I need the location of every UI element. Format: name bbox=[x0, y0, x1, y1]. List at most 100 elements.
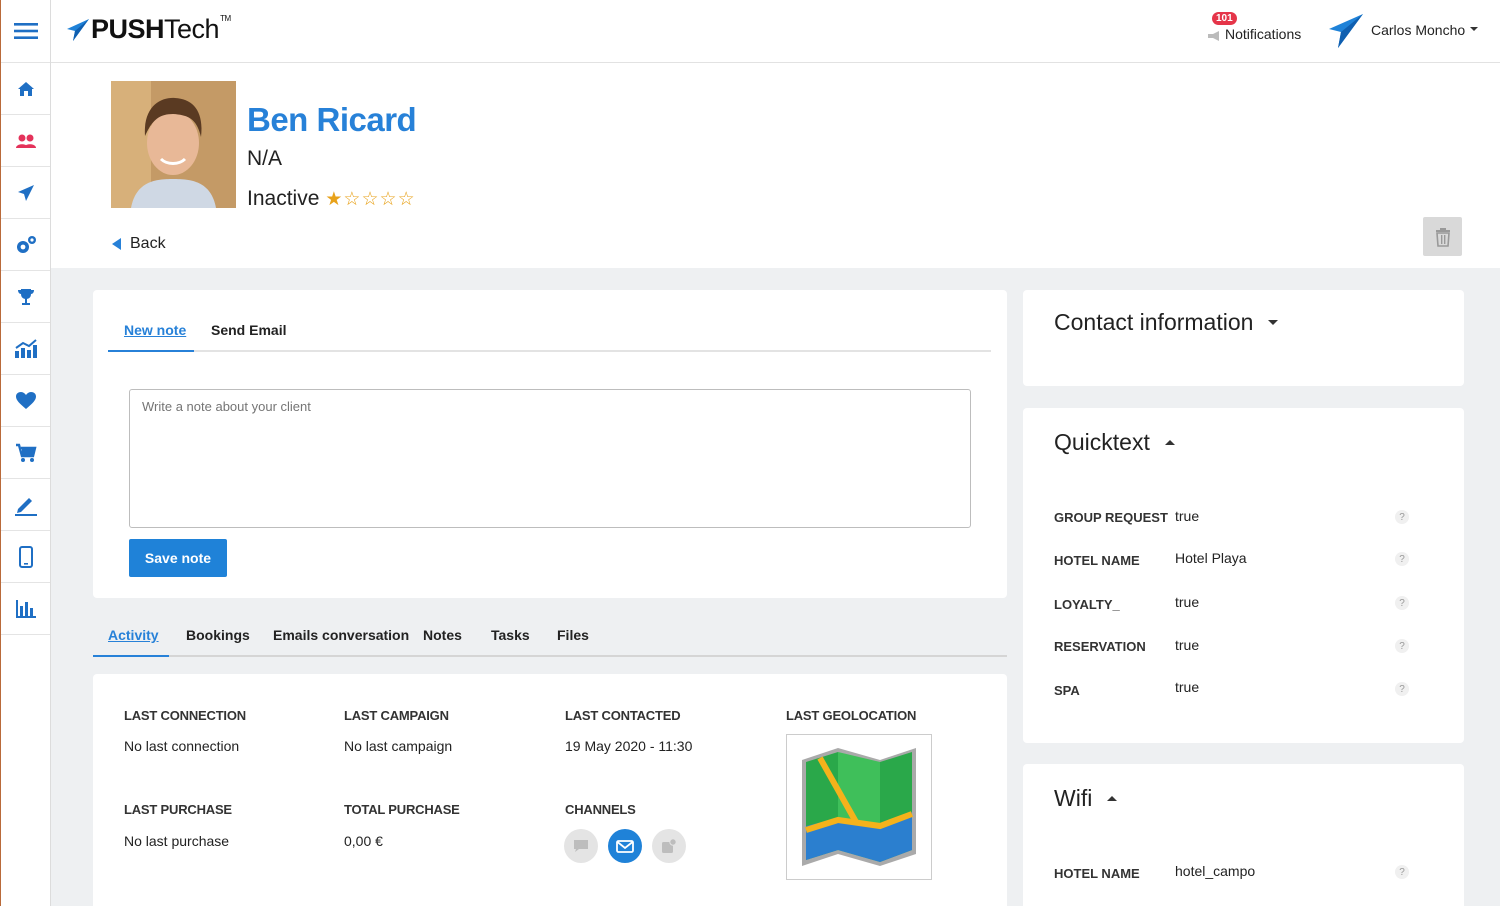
sidebar-item-reports[interactable] bbox=[1, 583, 50, 635]
quicktext-row-value: true bbox=[1175, 679, 1200, 695]
sidebar-item-shop[interactable] bbox=[1, 427, 50, 479]
wifi-card: Wifi HOTEL NAME hotel_campo ? bbox=[1023, 764, 1464, 906]
menu-icon bbox=[13, 23, 38, 39]
last-purchase-label: LAST PURCHASE bbox=[124, 802, 232, 817]
heart-icon bbox=[15, 392, 36, 409]
note-tabs: New note Send Email bbox=[108, 320, 991, 352]
help-icon[interactable]: ? bbox=[1395, 639, 1409, 653]
user-name: Carlos Moncho bbox=[1371, 22, 1466, 38]
top-bar: PUSHTechTM 101 Notifications Carlos Monc… bbox=[51, 0, 1500, 63]
activity-tabs: Activity Bookings Emails conversation No… bbox=[93, 620, 1007, 657]
save-note-button[interactable]: Save note bbox=[129, 539, 227, 577]
tab-notes[interactable]: Notes bbox=[423, 627, 462, 643]
help-icon[interactable]: ? bbox=[1395, 682, 1409, 696]
wifi-title: Wifi bbox=[1054, 785, 1093, 811]
last-campaign-value: No last campaign bbox=[344, 738, 453, 754]
activity-card: LAST CONNECTION No last connection LAST … bbox=[93, 674, 1007, 906]
tab-tasks[interactable]: Tasks bbox=[491, 627, 530, 643]
settings-icon bbox=[16, 235, 36, 253]
total-purchase-label: TOTAL PURCHASE bbox=[344, 802, 460, 817]
user-logo-icon bbox=[1329, 14, 1363, 48]
quicktext-card: Quicktext GROUP REQUEST true ? HOTEL NAM… bbox=[1023, 408, 1464, 743]
quicktext-row-label: GROUP REQUEST bbox=[1054, 510, 1168, 525]
notifications-count-badge: 101 bbox=[1212, 12, 1237, 25]
sidebar-item-settings[interactable] bbox=[1, 219, 50, 271]
tab-send-email[interactable]: Send Email bbox=[211, 322, 286, 338]
geolocation-map[interactable] bbox=[786, 734, 932, 880]
star-empty-icon: ☆ bbox=[397, 188, 415, 210]
quicktext-row-value: true bbox=[1175, 594, 1200, 610]
sidebar-item-mobile[interactable] bbox=[1, 531, 50, 583]
menu-toggle[interactable] bbox=[1, 0, 50, 63]
contact-information-title: Contact information bbox=[1054, 309, 1254, 335]
sidebar-item-campaigns[interactable] bbox=[1, 167, 50, 219]
back-label: Back bbox=[130, 235, 166, 252]
user-menu[interactable]: Carlos Moncho bbox=[1327, 12, 1487, 52]
back-arrow-icon bbox=[112, 238, 121, 250]
last-connection-value: No last connection bbox=[124, 738, 240, 754]
sidebar bbox=[0, 0, 51, 906]
wifi-row-label: HOTEL NAME bbox=[1054, 866, 1140, 881]
chat-icon bbox=[574, 840, 588, 852]
last-connection-label: LAST CONNECTION bbox=[124, 708, 246, 723]
last-contacted-label: LAST CONTACTED bbox=[565, 708, 681, 723]
total-purchase-value: 0,00 € bbox=[344, 833, 383, 849]
delete-contact-button[interactable] bbox=[1423, 217, 1462, 256]
star-empty-icon: ☆ bbox=[343, 188, 361, 210]
quicktext-header[interactable]: Quicktext bbox=[1054, 429, 1176, 456]
help-icon[interactable]: ? bbox=[1395, 865, 1409, 879]
contact-information-card: Contact information bbox=[1023, 290, 1464, 386]
help-icon[interactable]: ? bbox=[1395, 510, 1409, 524]
trophy-icon bbox=[17, 288, 34, 305]
caret-up-icon bbox=[1107, 796, 1118, 801]
sidebar-item-users[interactable] bbox=[1, 115, 50, 167]
sidebar-item-home[interactable] bbox=[1, 63, 50, 115]
bar-chart-icon bbox=[15, 599, 36, 618]
status-text: Inactive bbox=[247, 187, 320, 210]
sidebar-item-analytics[interactable] bbox=[1, 323, 50, 375]
map-icon bbox=[802, 748, 916, 866]
email-icon bbox=[616, 839, 634, 853]
caret-down-icon bbox=[1268, 320, 1279, 325]
channel-email[interactable] bbox=[608, 829, 642, 863]
help-icon[interactable]: ? bbox=[1395, 596, 1409, 610]
active-tab-indicator bbox=[93, 655, 169, 657]
tab-new-note[interactable]: New note bbox=[124, 322, 186, 338]
users-icon bbox=[15, 134, 36, 148]
quicktext-row-label: HOTEL NAME bbox=[1054, 553, 1140, 568]
send-icon bbox=[17, 184, 34, 201]
push-notification-icon bbox=[662, 838, 677, 853]
wifi-row-value: hotel_campo bbox=[1175, 863, 1256, 879]
analytics-icon bbox=[14, 338, 37, 358]
logo-arrow-icon bbox=[67, 18, 89, 41]
note-textarea[interactable] bbox=[129, 389, 971, 528]
channel-chat[interactable] bbox=[564, 829, 598, 863]
contact-status: Inactive ★ ☆ ☆ ☆ ☆ bbox=[247, 187, 415, 211]
tab-emails-conversation[interactable]: Emails conversation bbox=[273, 627, 409, 643]
star-filled-icon: ★ bbox=[325, 188, 343, 210]
quicktext-row-value: Hotel Playa bbox=[1175, 550, 1247, 566]
caret-up-icon bbox=[1164, 440, 1175, 445]
last-contacted-value: 19 May 2020 - 11:30 bbox=[565, 738, 693, 754]
quicktext-row-label: LOYALTY_ bbox=[1054, 597, 1120, 612]
channel-push[interactable] bbox=[652, 829, 686, 863]
sidebar-item-rewards[interactable] bbox=[1, 271, 50, 323]
sidebar-item-favorites[interactable] bbox=[1, 375, 50, 427]
wifi-header[interactable]: Wifi bbox=[1054, 785, 1118, 812]
back-link[interactable]: Back bbox=[111, 235, 166, 253]
sidebar-item-edit[interactable] bbox=[1, 479, 50, 531]
tab-activity[interactable]: Activity bbox=[108, 627, 159, 643]
contact-information-header[interactable]: Contact information bbox=[1054, 309, 1279, 336]
notifications-button[interactable]: 101 Notifications bbox=[1207, 12, 1307, 46]
last-campaign-label: LAST CAMPAIGN bbox=[344, 708, 449, 723]
tab-bookings[interactable]: Bookings bbox=[186, 627, 250, 643]
home-icon bbox=[17, 81, 34, 96]
rating-stars: ★ ☆ ☆ ☆ ☆ bbox=[325, 188, 414, 211]
tab-files[interactable]: Files bbox=[557, 627, 589, 643]
edit-icon bbox=[14, 497, 37, 516]
quicktext-row-value: true bbox=[1175, 637, 1200, 653]
help-icon[interactable]: ? bbox=[1395, 552, 1409, 566]
contact-name: Ben Ricard bbox=[247, 101, 417, 138]
pushtech-logo[interactable]: PUSHTechTM bbox=[65, 14, 231, 45]
chevron-down-icon bbox=[1470, 27, 1478, 31]
